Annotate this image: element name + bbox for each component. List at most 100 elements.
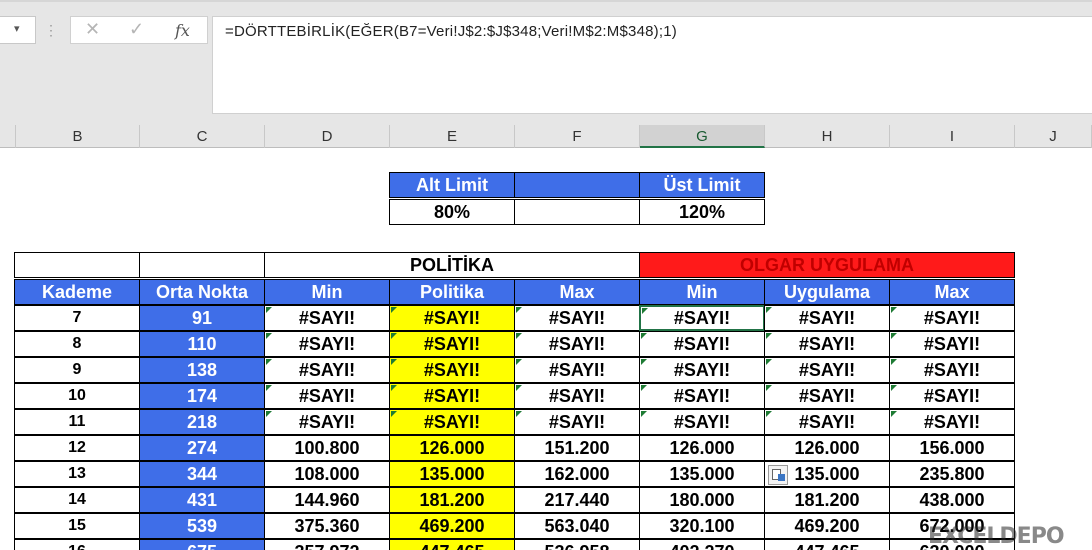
cell-politika-min[interactable]: 108.000 xyxy=(264,461,390,487)
cell-politika-max[interactable]: #SAYI! xyxy=(514,357,640,383)
cell-uygulama-min[interactable]: #SAYI! xyxy=(639,409,765,435)
chevron-down-icon[interactable]: ▾ xyxy=(14,22,20,35)
cell-politika-max[interactable]: 151.200 xyxy=(514,435,640,461)
cell-orta-nokta[interactable]: 174 xyxy=(139,383,265,409)
cell-uygulama[interactable]: 126.000 xyxy=(764,435,890,461)
cell-uygulama[interactable]: 181.200 xyxy=(764,487,890,513)
cell-politika[interactable]: 126.000 xyxy=(389,435,515,461)
cell-politika-max[interactable]: 563.040 xyxy=(514,513,640,539)
cell-uygulama-min[interactable]: #SAYI! xyxy=(639,331,765,357)
cell-politika[interactable]: #SAYI! xyxy=(389,409,515,435)
cell-kademe[interactable]: 9 xyxy=(14,357,140,383)
column-header-c[interactable]: C xyxy=(140,125,265,148)
cell-orta-nokta[interactable]: 218 xyxy=(139,409,265,435)
header-kademe[interactable]: Kademe xyxy=(14,279,140,305)
column-header-g[interactable]: G xyxy=(640,125,765,148)
resize-handle[interactable]: ⋮ xyxy=(44,20,58,40)
ust-limit-header[interactable]: Üst Limit xyxy=(639,172,765,198)
formula-input[interactable]: =DÖRTTEBİRLİK(EĞER(B7=Veri!J$2:$J$348;Ve… xyxy=(212,16,1092,114)
cell-orta-nokta[interactable]: 431 xyxy=(139,487,265,513)
cell-politika-min[interactable]: #SAYI! xyxy=(264,331,390,357)
cell-uygulama-max[interactable]: #SAYI! xyxy=(889,331,1015,357)
cell-orta-nokta[interactable]: 138 xyxy=(139,357,265,383)
ust-limit-value[interactable]: 120% xyxy=(639,199,765,225)
cell-kademe[interactable]: 10 xyxy=(14,383,140,409)
cell-politika-min[interactable]: #SAYI! xyxy=(264,383,390,409)
cell-uygulama-min[interactable]: 180.000 xyxy=(639,487,765,513)
cell-uygulama-min[interactable]: 126.000 xyxy=(639,435,765,461)
cell-uygulama-max[interactable]: #SAYI! xyxy=(889,383,1015,409)
cell-uygulama[interactable]: #SAYI! xyxy=(764,409,890,435)
cell-uygulama[interactable]: #SAYI! xyxy=(764,305,890,331)
cell-orta-nokta[interactable]: 110 xyxy=(139,331,265,357)
header-uygulama-max[interactable]: Max xyxy=(889,279,1015,305)
cell-uygulama-min[interactable]: 402.270 xyxy=(639,539,765,550)
cell-uygulama-min[interactable]: #SAYI! xyxy=(639,357,765,383)
cell-politika[interactable]: 447.465 xyxy=(389,539,515,550)
cell-uygulama[interactable]: 469.200 xyxy=(764,513,890,539)
column-header-j[interactable]: J xyxy=(1015,125,1092,148)
cell-politika[interactable]: 135.000 xyxy=(389,461,515,487)
cell-politika-min[interactable]: 375.360 xyxy=(264,513,390,539)
cell-politika[interactable]: #SAYI! xyxy=(389,383,515,409)
insert-function-icon[interactable]: fx xyxy=(175,21,190,40)
header-uygulama-min[interactable]: Min xyxy=(639,279,765,305)
cell-kademe[interactable]: 7 xyxy=(14,305,140,331)
cell-politika-max[interactable]: #SAYI! xyxy=(514,383,640,409)
cell-uygulama-max[interactable]: #SAYI! xyxy=(889,357,1015,383)
cell-politika-min[interactable]: #SAYI! xyxy=(264,305,390,331)
header-orta-nokta[interactable]: Orta Nokta xyxy=(139,279,265,305)
cell-uygulama-max[interactable]: #SAYI! xyxy=(889,305,1015,331)
column-header-d[interactable]: D xyxy=(265,125,390,148)
cell-politika-min[interactable]: 144.960 xyxy=(264,487,390,513)
cell-politika-min[interactable]: #SAYI! xyxy=(264,357,390,383)
cell-politika-max[interactable]: #SAYI! xyxy=(514,305,640,331)
alt-limit-value[interactable]: 80% xyxy=(389,199,515,225)
worksheet-grid[interactable]: Alt Limit Üst Limit 80% 120% POLİTİKA OL… xyxy=(0,148,1092,550)
cell-kademe[interactable]: 12 xyxy=(14,435,140,461)
column-header-b[interactable]: B xyxy=(16,125,140,148)
cell-uygulama-max[interactable]: 156.000 xyxy=(889,435,1015,461)
cell-politika[interactable]: #SAYI! xyxy=(389,331,515,357)
cell-uygulama-min[interactable]: 135.000 xyxy=(639,461,765,487)
cell-uygulama[interactable]: #SAYI! xyxy=(764,331,890,357)
column-header-f[interactable]: F xyxy=(515,125,640,148)
cell-kademe[interactable]: 8 xyxy=(14,331,140,357)
olgar-group-header[interactable]: OLGAR UYGULAMA xyxy=(639,252,1015,278)
politika-group-header[interactable]: POLİTİKA xyxy=(264,252,640,278)
column-header-i[interactable]: I xyxy=(890,125,1015,148)
limit-value-empty[interactable] xyxy=(514,199,640,225)
cell-uygulama-max[interactable]: 438.000 xyxy=(889,487,1015,513)
cell-kademe[interactable]: 11 xyxy=(14,409,140,435)
header-politika[interactable]: Politika xyxy=(389,279,515,305)
cell-politika-max[interactable]: 536.958 xyxy=(514,539,640,550)
cell-uygulama-min[interactable]: #SAYI! xyxy=(639,383,765,409)
cell-orta-nokta[interactable]: 274 xyxy=(139,435,265,461)
cell-politika-min[interactable]: #SAYI! xyxy=(264,409,390,435)
cell-politika-max[interactable]: 162.000 xyxy=(514,461,640,487)
cell-politika[interactable]: #SAYI! xyxy=(389,357,515,383)
column-header-h[interactable]: H xyxy=(765,125,890,148)
cell-politika-max[interactable]: 217.440 xyxy=(514,487,640,513)
check-icon[interactable]: ✓ xyxy=(129,19,144,40)
cell-politika[interactable]: #SAYI! xyxy=(389,305,515,331)
cell-politika[interactable]: 469.200 xyxy=(389,513,515,539)
cell-kademe[interactable]: 13 xyxy=(14,461,140,487)
cell-uygulama[interactable]: 447.465 xyxy=(764,539,890,550)
limit-header-empty[interactable] xyxy=(514,172,640,198)
cell-kademe[interactable]: 15 xyxy=(14,513,140,539)
column-header-e[interactable]: E xyxy=(390,125,515,148)
header-politika-min[interactable]: Min xyxy=(264,279,390,305)
cell-kademe[interactable]: 16 xyxy=(14,539,140,550)
group-header-empty-c[interactable] xyxy=(139,252,265,278)
cell-orta-nokta[interactable]: 539 xyxy=(139,513,265,539)
cell-uygulama-max[interactable]: 235.800 xyxy=(889,461,1015,487)
paste-options-icon[interactable] xyxy=(768,465,788,485)
cell-uygulama[interactable]: #SAYI! xyxy=(764,383,890,409)
group-header-empty-b[interactable] xyxy=(14,252,140,278)
header-politika-max[interactable]: Max xyxy=(514,279,640,305)
cell-politika-max[interactable]: #SAYI! xyxy=(514,409,640,435)
cell-politika-max[interactable]: #SAYI! xyxy=(514,331,640,357)
header-uygulama[interactable]: Uygulama xyxy=(764,279,890,305)
cell-orta-nokta[interactable]: 344 xyxy=(139,461,265,487)
